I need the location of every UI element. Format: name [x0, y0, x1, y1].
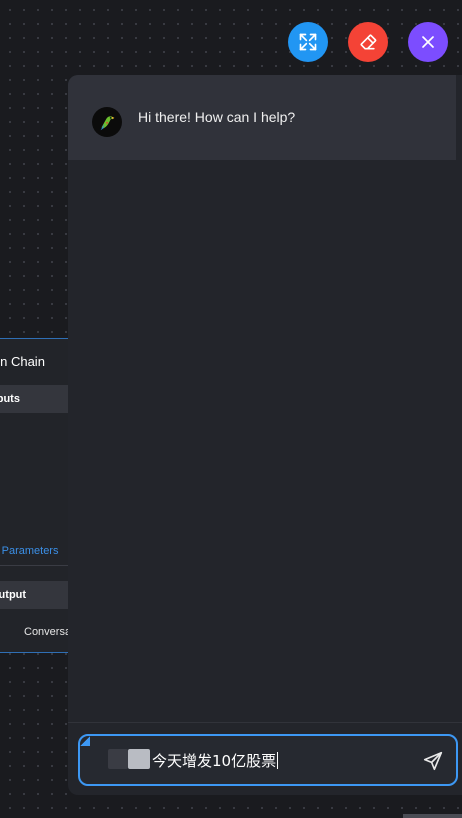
chat-input-value[interactable]: 今天增发10亿股票: [152, 750, 279, 771]
chat-panel: Hi there! How can I help? 今天增发10亿股票: [68, 75, 462, 795]
eraser-icon: [360, 34, 377, 50]
close-icon: [422, 36, 434, 48]
node-divider: [0, 565, 70, 566]
send-button[interactable]: [420, 748, 446, 774]
canvas-scrollbar[interactable]: [403, 814, 462, 818]
close-chat-button[interactable]: [408, 22, 448, 62]
node-output-header: Output: [0, 581, 70, 609]
expand-icon: [299, 33, 317, 51]
bot-message-text: Hi there! How can I help?: [138, 109, 296, 125]
redacted-text-block: [128, 749, 150, 769]
input-corner-mark: [80, 736, 90, 746]
node-title: ion Chain: [0, 354, 45, 369]
additional-parameters-link[interactable]: al Parameters: [0, 545, 58, 557]
expand-chat-button[interactable]: [288, 22, 328, 62]
bot-message: Hi there! How can I help?: [68, 75, 456, 160]
node-output-item[interactable]: Conversa: [24, 626, 70, 638]
clear-chat-button[interactable]: [348, 22, 388, 62]
parrot-icon: [100, 116, 115, 131]
node-inputs-header: nputs: [0, 385, 70, 413]
conversation-chain-node[interactable]: ion Chain nputs al Parameters Output Con…: [0, 338, 70, 653]
send-icon: [423, 751, 443, 771]
chat-input[interactable]: 今天增发10亿股票: [78, 734, 458, 786]
input-divider: [68, 722, 462, 723]
text-caret: [277, 752, 279, 769]
redacted-text-block: [108, 749, 128, 769]
parrot-avatar: [92, 107, 122, 137]
